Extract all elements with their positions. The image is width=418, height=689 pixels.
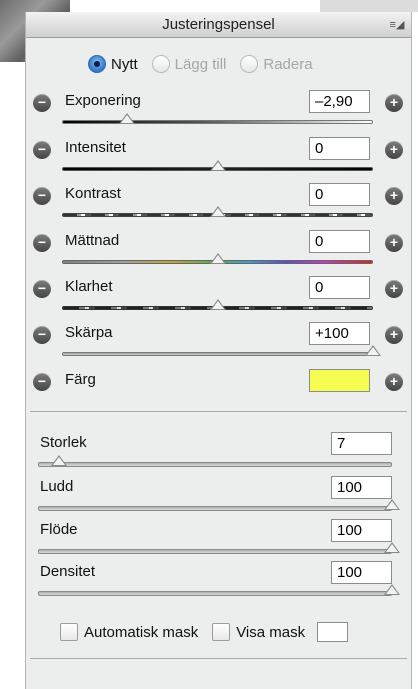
color-minus-button[interactable]: −: [33, 373, 51, 391]
mode-erase-label: Radera: [263, 55, 313, 73]
size-value-field[interactable]: 7: [331, 432, 392, 455]
clarity-plus-button[interactable]: +: [385, 280, 403, 298]
mode-new-label: Nytt: [111, 55, 138, 73]
clarity-value-field[interactable]: 0: [309, 276, 370, 299]
saturation-row: − Mättnad 0 +: [26, 230, 411, 276]
feather-value-field[interactable]: 100: [331, 476, 392, 499]
mode-add-label: Lägg till: [174, 55, 227, 73]
intensity-minus-button[interactable]: −: [33, 141, 51, 159]
mode-new-radio[interactable]: Nytt: [88, 55, 138, 73]
mask-options: Automatisk mask Visa mask: [60, 622, 349, 642]
clarity-row: − Klarhet 0 +: [26, 276, 411, 322]
sharpness-label: Skärpa: [65, 324, 113, 341]
saturation-value-field[interactable]: 0: [309, 230, 370, 253]
intensity-value-field[interactable]: 0: [309, 137, 370, 160]
flow-slider-track[interactable]: [38, 549, 392, 554]
size-label: Storlek: [40, 434, 87, 451]
sharpness-value-field[interactable]: +100: [309, 322, 370, 345]
show-mask-label: Visa mask: [236, 623, 306, 641]
density-label: Densitet: [40, 563, 96, 580]
size-slider-thumb[interactable]: [51, 455, 68, 466]
saturation-minus-button[interactable]: −: [33, 234, 51, 252]
exposure-label: Exponering: [65, 92, 141, 109]
saturation-plus-button[interactable]: +: [385, 234, 403, 252]
radio-empty-icon: [240, 55, 259, 73]
flow-value-field[interactable]: 100: [331, 519, 392, 542]
intensity-slider-thumb[interactable]: [209, 160, 226, 171]
mode-add-radio[interactable]: Lägg till: [151, 55, 227, 73]
intensity-row: − Intensitet 0 +: [26, 137, 411, 183]
background-area: [320, 0, 418, 12]
clarity-slider-thumb[interactable]: [209, 299, 226, 310]
density-slider-thumb[interactable]: [384, 584, 400, 595]
exposure-slider-thumb[interactable]: [119, 113, 136, 124]
contrast-value-field[interactable]: 0: [309, 183, 370, 206]
feather-slider-thumb[interactable]: [384, 499, 400, 510]
exposure-value-field[interactable]: –2,90: [309, 90, 370, 113]
feather-row: Ludd 100: [26, 476, 411, 520]
saturation-slider-thumb[interactable]: [209, 253, 226, 264]
color-plus-button[interactable]: +: [385, 373, 403, 391]
section-divider: [30, 411, 407, 412]
feather-slider-track[interactable]: [38, 506, 392, 511]
mode-erase-radio[interactable]: Radera: [240, 55, 313, 73]
mask-color-swatch[interactable]: [317, 622, 349, 642]
panel-titlebar: Justeringspensel ≡◢: [26, 12, 411, 38]
sharpness-slider-track[interactable]: [62, 352, 373, 356]
exposure-plus-button[interactable]: +: [385, 94, 403, 112]
panel-title: Justeringspensel: [162, 16, 275, 33]
density-slider-track[interactable]: [38, 591, 392, 596]
sharpness-slider-thumb[interactable]: [365, 345, 381, 356]
adjustment-brush-panel: Justeringspensel ≡◢ Nytt Lägg till Rader…: [25, 12, 412, 689]
flow-row: Flöde 100: [26, 519, 411, 563]
radio-selected-icon: [88, 55, 106, 73]
size-slider-track[interactable]: [38, 462, 392, 467]
radio-empty-icon: [151, 55, 170, 73]
flow-slider-thumb[interactable]: [384, 542, 400, 553]
sharpness-plus-button[interactable]: +: [385, 326, 403, 344]
color-swatch[interactable]: [309, 369, 370, 392]
auto-mask-label: Automatisk mask: [84, 623, 199, 641]
contrast-minus-button[interactable]: −: [33, 187, 51, 205]
panel-menu-icon[interactable]: ≡◢: [389, 20, 405, 31]
sharpness-row: − Skärpa +100 +: [26, 322, 411, 368]
density-value-field[interactable]: 100: [331, 561, 392, 584]
sharpness-minus-button[interactable]: −: [33, 326, 51, 344]
color-row: − Färg +: [26, 369, 411, 415]
contrast-label: Kontrast: [65, 185, 121, 202]
flow-label: Flöde: [40, 521, 78, 538]
intensity-label: Intensitet: [65, 139, 126, 156]
intensity-plus-button[interactable]: +: [385, 141, 403, 159]
contrast-plus-button[interactable]: +: [385, 187, 403, 205]
size-row: Storlek 7: [26, 432, 411, 476]
feather-label: Ludd: [40, 478, 74, 495]
contrast-row: − Kontrast 0 +: [26, 183, 411, 229]
show-mask-checkbox[interactable]: [212, 623, 231, 641]
mode-radio-group: Nytt Lägg till Radera: [88, 52, 313, 76]
density-row: Densitet 100: [26, 561, 411, 605]
color-label: Färg: [65, 371, 96, 388]
contrast-slider-thumb[interactable]: [209, 206, 226, 217]
saturation-label: Mättnad: [65, 232, 120, 249]
bottom-divider: [30, 658, 407, 659]
auto-mask-checkbox[interactable]: [60, 623, 78, 641]
exposure-slider-track[interactable]: [62, 120, 373, 124]
clarity-label: Klarhet: [65, 278, 113, 295]
exposure-minus-button[interactable]: −: [33, 94, 51, 112]
clarity-minus-button[interactable]: −: [33, 280, 51, 298]
exposure-row: − Exponering –2,90 +: [26, 90, 411, 136]
